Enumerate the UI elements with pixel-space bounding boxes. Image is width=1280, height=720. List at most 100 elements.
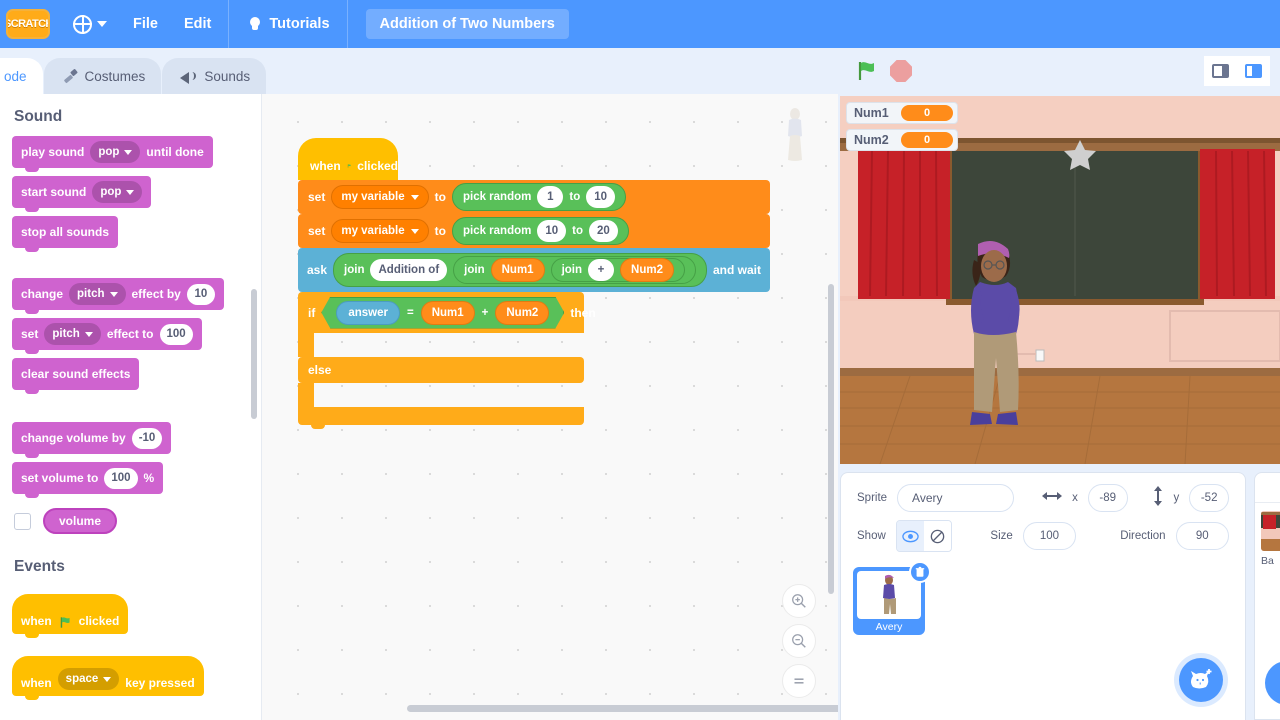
monitor-num2[interactable]: Num2 0 (846, 129, 958, 151)
palette-block-clear-sound-effects[interactable]: clear sound effects (12, 358, 140, 394)
sound-dropdown[interactable]: pop (90, 141, 141, 163)
block-join-1[interactable]: join Addition of join Num1 join + Num2 (333, 253, 707, 287)
dropdown-value: pitch (77, 288, 105, 300)
join-plus-input[interactable]: + (588, 259, 615, 281)
sprite-name-input[interactable]: Avery (897, 484, 1015, 512)
tutorials-menu[interactable]: Tutorials (233, 0, 342, 48)
file-menu[interactable]: File (120, 0, 171, 48)
effect-amount-input[interactable]: 10 (186, 283, 215, 305)
scratch-logo[interactable] (6, 9, 50, 39)
reporter-answer[interactable]: answer (336, 301, 400, 325)
zoom-in-button[interactable] (782, 584, 816, 618)
sprite-card-avery[interactable]: Avery (853, 561, 931, 635)
volume-delta-input[interactable]: -10 (131, 427, 163, 449)
sprite-avery[interactable] (950, 236, 1040, 436)
variable-dropdown[interactable]: my variable (331, 185, 429, 209)
block-set-variable-1[interactable]: set my variable to pick random 1 to 10 (298, 180, 770, 214)
backdrop-thumbnail[interactable] (1261, 511, 1280, 551)
stop-button[interactable] (890, 60, 912, 82)
green-flag-button[interactable] (854, 58, 880, 84)
workspace-vertical-scrollbar[interactable] (828, 284, 834, 594)
volume-value-input[interactable]: 100 (104, 467, 138, 489)
block-join-3[interactable]: join + Num2 (550, 258, 685, 282)
project-title-input[interactable]: Addition of Two Numbers (365, 9, 569, 39)
chevron-down-icon (97, 21, 107, 27)
block-label: when (310, 159, 341, 173)
block-set-variable-2[interactable]: set my variable to pick random 10 to 20 (298, 214, 770, 248)
block-label: clear sound effects (21, 367, 131, 381)
menu-divider (228, 0, 230, 48)
effect-value-input[interactable]: 100 (159, 323, 193, 345)
if-branch-slot[interactable] (298, 333, 314, 357)
pick-random-to-input[interactable]: 20 (589, 220, 618, 242)
tab-sounds[interactable]: Sounds (162, 58, 267, 94)
stage[interactable]: Num1 0 Num2 0 (840, 96, 1280, 464)
add-backdrop-button[interactable] (1265, 661, 1280, 705)
y-position-input[interactable]: -52 (1189, 484, 1230, 512)
palette-block-set-volume-to[interactable]: set volume to 100 % (12, 462, 164, 498)
dropdown-value: pitch (52, 328, 80, 340)
palette-block-start-sound[interactable]: start sound pop (12, 176, 152, 212)
palette-block-when-flag-clicked[interactable]: when clicked (12, 594, 129, 638)
effect-dropdown[interactable]: pitch (69, 283, 126, 305)
sound-dropdown[interactable]: pop (92, 181, 143, 203)
effect-dropdown[interactable]: pitch (44, 323, 101, 345)
pick-random-from-input[interactable]: 1 (537, 186, 564, 208)
palette-block-play-sound-until-done[interactable]: play sound pop until done (12, 136, 213, 172)
pick-random-from-input[interactable]: 10 (537, 220, 567, 242)
monitor-num1[interactable]: Num1 0 (846, 102, 958, 124)
size-input[interactable]: 100 (1022, 522, 1077, 550)
block-if-else[interactable]: if answer = Num1 + Num2 then else (298, 292, 770, 429)
monitor-value: 0 (901, 105, 953, 121)
add-sprite-button[interactable] (1179, 658, 1223, 702)
volume-monitor-checkbox[interactable] (14, 512, 31, 530)
palette-block-set-effect-to[interactable]: set pitch effect to 100 (12, 318, 202, 354)
small-stage-button[interactable] (1204, 56, 1237, 86)
volume-reporter-block[interactable]: volume (43, 508, 118, 534)
zoom-reset-button[interactable] (782, 664, 816, 698)
variable-num1[interactable]: Num1 (490, 258, 545, 282)
else-header[interactable]: else (298, 357, 584, 383)
brush-icon (62, 68, 78, 84)
x-position-input[interactable]: -89 (1087, 484, 1128, 512)
palette-block-change-effect-by[interactable]: change pitch effect by 10 (12, 278, 224, 314)
direction-input[interactable]: 90 (1175, 522, 1229, 550)
block-equals[interactable]: answer = Num1 + Num2 (321, 297, 564, 329)
block-pick-random-2[interactable]: pick random 10 to 20 (451, 217, 629, 245)
sprite-info-panel: Sprite Avery x -89 y -52 Show Size 100 D… (840, 472, 1246, 720)
block-pick-random-1[interactable]: pick random 1 to 10 (451, 183, 627, 211)
variable-num2[interactable]: Num2 (620, 258, 674, 282)
small-stage-layout-icon (1212, 64, 1229, 78)
join-text-input[interactable]: Addition of (370, 259, 448, 281)
if-header[interactable]: if answer = Num1 + Num2 then (298, 292, 596, 333)
block-palette[interactable]: Sound play sound pop until done start so… (0, 94, 262, 720)
code-workspace[interactable]: when clicked set my variable to pick ran… (262, 94, 838, 720)
variable-monitors: Num1 0 Num2 0 (846, 102, 958, 156)
block-label: join (561, 264, 583, 276)
block-when-flag-clicked[interactable]: when clicked (298, 138, 398, 180)
variable-dropdown[interactable]: my variable (331, 219, 429, 243)
tab-code[interactable]: ode (0, 58, 43, 94)
variable-num1-left[interactable]: Num1 (421, 301, 475, 325)
palette-block-stop-all-sounds[interactable]: stop all sounds (12, 216, 119, 252)
edit-menu[interactable]: Edit (171, 0, 224, 48)
large-stage-button[interactable] (1237, 56, 1270, 86)
palette-block-when-key-pressed[interactable]: when space key pressed (12, 656, 204, 700)
language-menu[interactable] (60, 0, 120, 48)
block-ask-and-wait[interactable]: ask join Addition of join Num1 join + Nu… (298, 248, 770, 292)
pick-random-to-input[interactable]: 10 (586, 186, 616, 208)
show-on-button[interactable] (896, 521, 925, 551)
delete-sprite-button[interactable] (909, 561, 931, 583)
variable-num2-right[interactable]: Num2 (495, 301, 549, 325)
palette-block-change-volume-by[interactable]: change volume by -10 (12, 422, 172, 458)
script-stack[interactable]: when clicked set my variable to pick ran… (298, 138, 770, 429)
y-position-icon (1152, 485, 1164, 511)
block-join-2[interactable]: join Num1 join + Num2 (453, 256, 696, 284)
key-dropdown[interactable]: space (57, 668, 120, 690)
show-off-button[interactable] (924, 521, 952, 551)
palette-scrollbar[interactable] (251, 289, 257, 419)
tab-costumes[interactable]: Costumes (43, 58, 162, 94)
else-branch-slot[interactable] (298, 383, 314, 407)
workspace-horizontal-scrollbar[interactable] (407, 705, 838, 712)
zoom-out-button[interactable] (782, 624, 816, 658)
